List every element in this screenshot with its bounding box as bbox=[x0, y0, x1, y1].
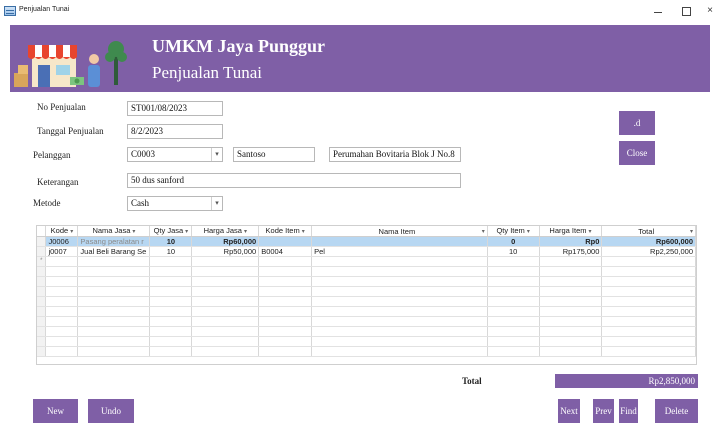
empty-cell[interactable] bbox=[149, 256, 193, 267]
undo-button[interactable]: Undo bbox=[88, 399, 134, 423]
table-row[interactable]: J0006 Pasang peralatan r 10 Rp60,000 0 R… bbox=[37, 236, 696, 247]
grid-empty-row bbox=[37, 336, 696, 347]
sort-arrow-icon: ▾ bbox=[526, 228, 530, 235]
row-selector-header[interactable] bbox=[37, 226, 47, 237]
grid-empty-row bbox=[37, 276, 696, 287]
cell-kode-item[interactable]: B0004 bbox=[258, 246, 313, 257]
cell-qty-jasa[interactable]: 10 bbox=[149, 236, 193, 247]
column-header-kode-item[interactable]: Kode Item ▾ bbox=[258, 226, 313, 237]
pelanggan-address-field[interactable]: Perumahan Bovitaria Blok J No.8 bbox=[329, 147, 461, 162]
column-header-harga-item[interactable]: Harga Item ▾ bbox=[539, 226, 603, 237]
form-subtitle: Penjualan Tunai bbox=[152, 63, 263, 82]
keterangan-field[interactable]: 50 dus sanford bbox=[127, 173, 461, 188]
empty-cell[interactable] bbox=[45, 256, 79, 267]
shop-logo-icon bbox=[10, 25, 138, 92]
form-icon bbox=[4, 6, 16, 16]
cell-nama-jasa[interactable]: Pasang peralatan r bbox=[77, 236, 151, 247]
header-banner: UMKM Jaya Punggur Penjualan Tunai bbox=[10, 25, 710, 92]
grid-empty-row bbox=[37, 266, 696, 277]
cell-nama-item[interactable]: Pel bbox=[311, 246, 488, 257]
pelanggan-combo[interactable]: C0003 ▾ bbox=[127, 147, 223, 162]
close-button[interactable]: Close bbox=[619, 141, 655, 165]
minimize-button[interactable] bbox=[648, 3, 668, 19]
label-tanggal-penjualan: Tanggal Penjualan bbox=[37, 126, 104, 136]
sort-arrow-icon: ▾ bbox=[481, 227, 485, 235]
cell-nama-item[interactable] bbox=[311, 236, 488, 247]
sort-arrow-icon: ▾ bbox=[70, 228, 74, 235]
cell-kode[interactable]: j0007 bbox=[45, 246, 79, 257]
column-header-kode[interactable]: Kode ▾ bbox=[45, 226, 79, 237]
new-button[interactable]: New bbox=[33, 399, 78, 423]
grid-empty-row bbox=[37, 346, 696, 357]
metode-value: Cash bbox=[131, 198, 149, 208]
grid-empty-row bbox=[37, 286, 696, 297]
window-close-button[interactable]: × bbox=[704, 3, 716, 19]
row-selector[interactable] bbox=[37, 236, 47, 247]
column-header-harga-jasa[interactable]: Harga Jasa ▾ bbox=[191, 226, 260, 237]
label-pelanggan: Pelanggan bbox=[33, 150, 71, 160]
cell-total[interactable]: Rp600,000 bbox=[601, 236, 696, 247]
chevron-down-icon[interactable]: ▾ bbox=[211, 148, 222, 161]
maximize-button[interactable] bbox=[676, 3, 696, 19]
empty-cell[interactable] bbox=[487, 256, 540, 267]
row-selector[interactable] bbox=[37, 246, 47, 257]
grid-empty-row bbox=[37, 296, 696, 307]
cell-qty-item[interactable]: 10 bbox=[487, 246, 540, 257]
window-title: Penjualan Tunai bbox=[19, 6, 70, 13]
column-header-qty-item[interactable]: Qty Item ▾ bbox=[487, 226, 540, 237]
empty-cell[interactable] bbox=[601, 256, 696, 267]
label-metode: Metode bbox=[33, 198, 61, 208]
total-label: Total bbox=[462, 376, 482, 386]
pelanggan-name-field[interactable]: Santoso bbox=[233, 147, 315, 162]
cell-harga-jasa[interactable]: Rp60,000 bbox=[191, 236, 260, 247]
table-row[interactable]: j0007 Jual Beli Barang Se 10 Rp50,000 B0… bbox=[37, 246, 696, 257]
new-row-marker[interactable]: * bbox=[37, 256, 47, 267]
find-button[interactable]: Find bbox=[619, 399, 638, 423]
chevron-down-icon[interactable]: ▾ bbox=[211, 197, 222, 210]
empty-cell[interactable] bbox=[191, 256, 260, 267]
grid-empty-row bbox=[37, 316, 696, 327]
cell-qty-item[interactable]: 0 bbox=[487, 236, 540, 247]
empty-cell[interactable] bbox=[539, 256, 603, 267]
prev-button[interactable]: Prev bbox=[593, 399, 614, 423]
column-header-nama-item[interactable]: Nama Item ▾ bbox=[311, 226, 488, 237]
cell-nama-jasa[interactable]: Jual Beli Barang Se bbox=[77, 246, 151, 257]
sales-detail-grid[interactable]: Kode ▾ Nama Jasa ▾ Qty Jasa ▾ Harga Jasa ▾ K… bbox=[36, 225, 697, 365]
sort-arrow-icon: ▾ bbox=[185, 228, 189, 235]
sort-arrow-icon: ▾ bbox=[301, 228, 305, 235]
app-brand-title: UMKM Jaya Punggur bbox=[152, 36, 325, 56]
column-header-total[interactable]: Total ▾ bbox=[601, 226, 696, 237]
label-no-penjualan: No Penjualan bbox=[37, 102, 86, 112]
cell-harga-jasa[interactable]: Rp50,000 bbox=[191, 246, 260, 257]
column-header-nama-jasa[interactable]: Nama Jasa ▾ bbox=[77, 226, 151, 237]
grid-empty-row bbox=[37, 326, 696, 337]
pelanggan-code: C0003 bbox=[131, 149, 156, 159]
metode-combo[interactable]: Cash ▾ bbox=[127, 196, 223, 211]
empty-cell[interactable] bbox=[77, 256, 151, 267]
small-action-button[interactable]: .d bbox=[619, 111, 655, 135]
cell-kode-item[interactable] bbox=[258, 236, 313, 247]
delete-button[interactable]: Delete bbox=[655, 399, 698, 423]
next-button[interactable]: Next bbox=[558, 399, 580, 423]
cell-harga-item[interactable]: Rp175,000 bbox=[539, 246, 603, 257]
cell-harga-item[interactable]: Rp0 bbox=[539, 236, 603, 247]
sort-arrow-icon: ▾ bbox=[689, 227, 693, 235]
sort-arrow-icon: ▾ bbox=[588, 228, 592, 235]
no-penjualan-field[interactable]: ST001/08/2023 bbox=[127, 101, 223, 116]
tanggal-penjualan-field[interactable]: 8/2/2023 bbox=[127, 124, 223, 139]
window-titlebar: Penjualan Tunai × bbox=[0, 0, 716, 22]
sort-arrow-icon: ▾ bbox=[243, 228, 247, 235]
grid-empty-row bbox=[37, 306, 696, 317]
empty-cell[interactable] bbox=[258, 256, 313, 267]
total-value: Rp2,850,000 bbox=[555, 374, 698, 388]
new-record-row[interactable]: * bbox=[37, 256, 696, 267]
cell-kode[interactable]: J0006 bbox=[45, 236, 79, 247]
column-header-qty-jasa[interactable]: Qty Jasa ▾ bbox=[149, 226, 193, 237]
sort-arrow-icon: ▾ bbox=[132, 228, 136, 235]
cell-total[interactable]: Rp2,250,000 bbox=[601, 246, 696, 257]
label-keterangan: Keterangan bbox=[37, 177, 79, 187]
empty-cell[interactable] bbox=[311, 256, 488, 267]
cell-qty-jasa[interactable]: 10 bbox=[149, 246, 193, 257]
grid-header-row: Kode ▾ Nama Jasa ▾ Qty Jasa ▾ Harga Jasa ▾ K… bbox=[37, 226, 696, 237]
